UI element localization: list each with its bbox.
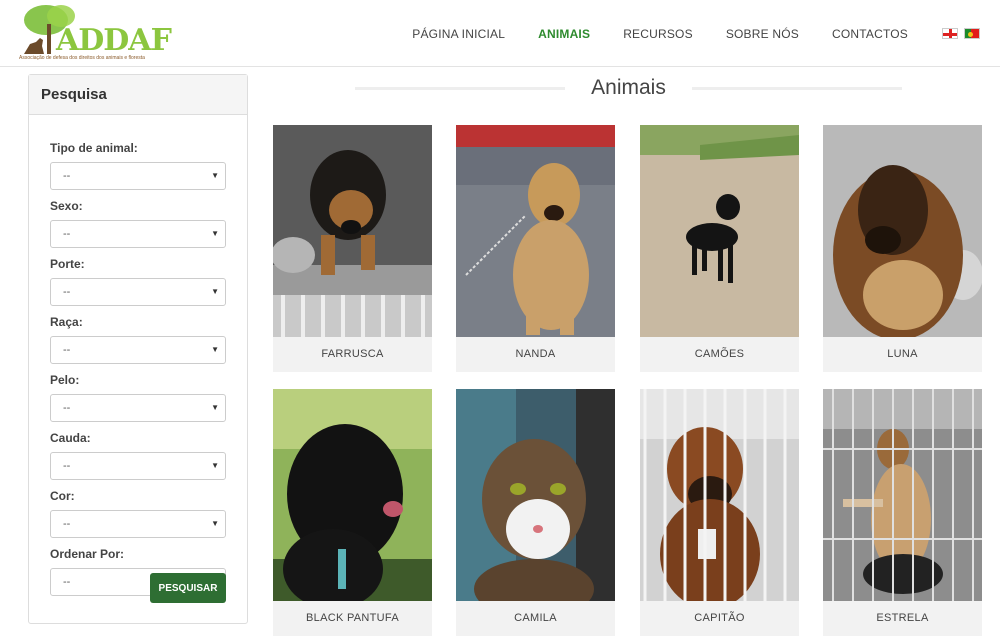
animal-photo[interactable] bbox=[273, 389, 432, 601]
search-button[interactable]: PESQUISAR bbox=[150, 573, 226, 603]
site-logo[interactable]: ADDAF Associação de defesa dos direitos … bbox=[16, 2, 176, 62]
dropdown-arrow-icon: ▼ bbox=[211, 519, 219, 528]
field-label: Ordenar Por: bbox=[50, 547, 125, 561]
nav-sobre-nos[interactable]: SOBRE NÓS bbox=[726, 27, 799, 41]
animal-card[interactable]: ESTRELA bbox=[823, 389, 982, 637]
search-form: Tipo de animal: -- ▼ Sexo: -- ▼ Porte: -- ▼… bbox=[29, 115, 247, 596]
animal-name[interactable]: CAPITÃO bbox=[640, 601, 799, 636]
nav-animais[interactable]: ANIMAIS bbox=[538, 27, 590, 41]
animal-photo[interactable] bbox=[273, 125, 432, 337]
animal-name[interactable]: NANDA bbox=[456, 337, 615, 372]
search-panel: Pesquisa Tipo de animal: -- ▼ Sexo: -- ▼ P… bbox=[28, 74, 248, 624]
animal-name[interactable]: BLACK PANTUFA bbox=[273, 601, 432, 636]
portuguese-flag-icon[interactable] bbox=[964, 28, 980, 39]
animal-photo[interactable] bbox=[640, 389, 799, 601]
animal-name[interactable]: CAMILA bbox=[456, 601, 615, 636]
animal-photo[interactable] bbox=[823, 389, 982, 601]
animal-card[interactable]: FARRUSCA bbox=[273, 125, 432, 373]
animal-card[interactable]: CAMÕES bbox=[640, 125, 799, 373]
animal-photo[interactable] bbox=[456, 125, 615, 337]
animal-photo[interactable] bbox=[823, 125, 982, 337]
dropdown-arrow-icon: ▼ bbox=[211, 345, 219, 354]
page-title-row: Animais bbox=[355, 76, 902, 100]
field-label: Cor: bbox=[50, 489, 75, 503]
dropdown-arrow-icon: ▼ bbox=[211, 171, 219, 180]
pelo-select[interactable]: -- ▼ bbox=[50, 394, 226, 422]
dropdown-arrow-icon: ▼ bbox=[211, 287, 219, 296]
header: ADDAF Associação de defesa dos direitos … bbox=[0, 0, 1000, 67]
animal-card[interactable]: CAMILA bbox=[456, 389, 615, 637]
nav-contactos[interactable]: CONTACTOS bbox=[832, 27, 908, 41]
animal-card[interactable]: BLACK PANTUFA bbox=[273, 389, 432, 637]
cauda-select[interactable]: -- ▼ bbox=[50, 452, 226, 480]
field-label: Cauda: bbox=[50, 431, 91, 445]
nav-home[interactable]: PÁGINA INICIAL bbox=[412, 27, 505, 41]
nav-recursos[interactable]: RECURSOS bbox=[623, 27, 693, 41]
logo-tagline: Associação de defesa dos direitos dos an… bbox=[19, 55, 145, 61]
search-panel-title: Pesquisa bbox=[29, 75, 247, 115]
animal-card[interactable]: CAPITÃO bbox=[640, 389, 799, 637]
animal-name[interactable]: CAMÕES bbox=[640, 337, 799, 372]
dropdown-arrow-icon: ▼ bbox=[211, 461, 219, 470]
animal-name[interactable]: FARRUSCA bbox=[273, 337, 432, 372]
english-flag-icon[interactable] bbox=[942, 28, 958, 39]
field-label: Raça: bbox=[50, 315, 83, 329]
svg-text:ADDAF: ADDAF bbox=[55, 23, 172, 58]
animal-name[interactable]: LUNA bbox=[823, 337, 982, 372]
cor-select[interactable]: -- ▼ bbox=[50, 510, 226, 538]
porte-select[interactable]: -- ▼ bbox=[50, 278, 226, 306]
animal-photo[interactable] bbox=[456, 389, 615, 601]
animal-name[interactable]: ESTRELA bbox=[823, 601, 982, 636]
animal-card[interactable]: LUNA bbox=[823, 125, 982, 373]
field-label: Tipo de animal: bbox=[50, 141, 138, 155]
sexo-select[interactable]: -- ▼ bbox=[50, 220, 226, 248]
animal-photo[interactable] bbox=[640, 125, 799, 337]
field-label: Sexo: bbox=[50, 199, 83, 213]
main-nav: PÁGINA INICIAL ANIMAIS RECURSOS SOBRE NÓ… bbox=[379, 0, 980, 67]
raca-select[interactable]: -- ▼ bbox=[50, 336, 226, 364]
page-title: Animais bbox=[591, 76, 666, 99]
field-label: Porte: bbox=[50, 257, 85, 271]
tipo-animal-select[interactable]: -- ▼ bbox=[50, 162, 226, 190]
dropdown-arrow-icon: ▼ bbox=[211, 403, 219, 412]
dropdown-arrow-icon: ▼ bbox=[211, 229, 219, 238]
animal-card[interactable]: NANDA bbox=[456, 125, 615, 373]
field-label: Pelo: bbox=[50, 373, 80, 387]
